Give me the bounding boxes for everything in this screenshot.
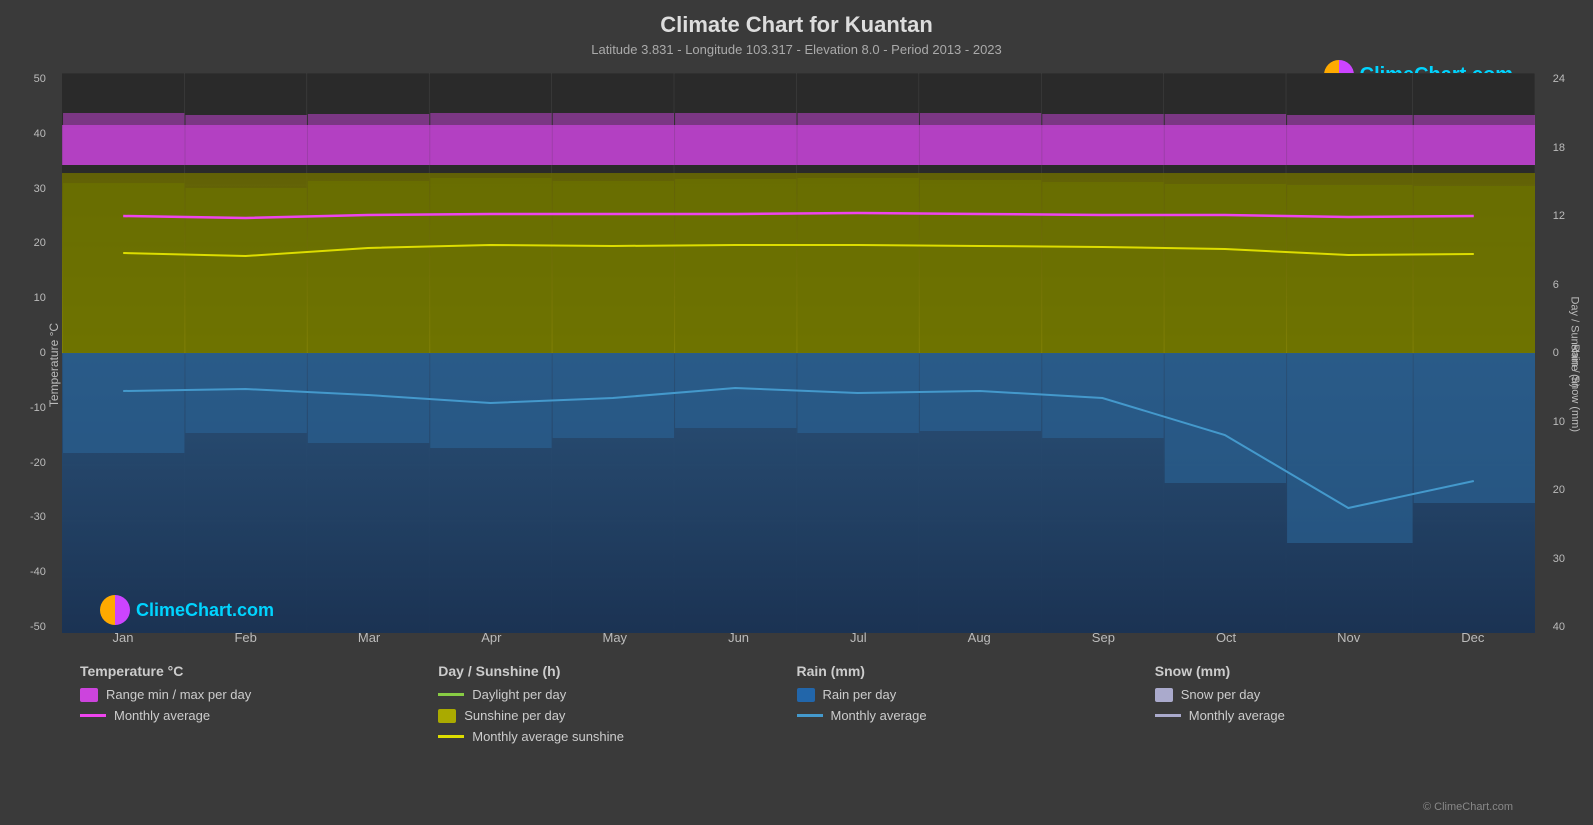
legend-sunshine-day: Sunshine per day: [438, 708, 796, 723]
month-jan: Jan: [113, 630, 134, 645]
sunshine-avg-swatch: [438, 735, 464, 738]
rain-day-swatch: [797, 688, 815, 702]
chart-subtitle: Latitude 3.831 - Longitude 103.317 - Ele…: [0, 42, 1593, 57]
temp-range-label: Range min / max per day: [106, 687, 251, 702]
y-axis-left-ticks: 50 40 30 20 10 0 -10 -20 -30 -40 -50: [30, 73, 46, 633]
daylight-label: Daylight per day: [472, 687, 566, 702]
temp-avg-label: Monthly average: [114, 708, 210, 723]
y-axis-left-label: Temperature °C: [47, 323, 61, 407]
month-feb: Feb: [234, 630, 256, 645]
month-nov: Nov: [1337, 630, 1360, 645]
sunshine-day-label: Sunshine per day: [464, 708, 565, 723]
legend-rain-title: Rain (mm): [797, 663, 1155, 679]
copyright-text: © ClimeChart.com: [1423, 801, 1513, 813]
y-axis-right-ticks: 24 18 12 6 0 10 20 30 40: [1553, 73, 1565, 633]
snow-avg-label: Monthly average: [1189, 708, 1285, 723]
legend-sunshine-title: Day / Sunshine (h): [438, 663, 796, 679]
temp-avg-swatch: [80, 714, 106, 717]
month-dec: Dec: [1461, 630, 1484, 645]
legend-rain-avg: Monthly average: [797, 708, 1155, 723]
legend-sunshine-avg: Monthly average sunshine: [438, 729, 796, 744]
sunshine-avg-label: Monthly average sunshine: [472, 729, 624, 744]
legend-snow-avg: Monthly average: [1155, 708, 1513, 723]
rain-avg-swatch: [797, 714, 823, 717]
title-section: Climate Chart for Kuantan Latitude 3.831…: [0, 0, 1593, 57]
snow-day-label: Snow per day: [1181, 687, 1261, 702]
legend-snow-day: Snow per day: [1155, 687, 1513, 702]
legend-daylight: Daylight per day: [438, 687, 796, 702]
legend-temp-range: Range min / max per day: [80, 687, 438, 702]
legend-temp-avg: Monthly average: [80, 708, 438, 723]
y-axis-right-label-2: Rain / Snow (mm): [1569, 344, 1581, 432]
x-axis: Jan Feb Mar Apr May Jun Jul Aug Sep Oct …: [62, 630, 1535, 645]
snow-day-swatch: [1155, 688, 1173, 702]
month-may: May: [603, 630, 628, 645]
chart-svg: [62, 73, 1535, 633]
temp-range-swatch: [80, 688, 98, 702]
month-jul: Jul: [850, 630, 867, 645]
month-mar: Mar: [358, 630, 380, 645]
month-oct: Oct: [1216, 630, 1236, 645]
logo-icon-bottom: [100, 595, 130, 625]
legend-temperature: Temperature °C Range min / max per day M…: [80, 663, 438, 750]
chart-title: Climate Chart for Kuantan: [0, 12, 1593, 38]
y-axis-right-label-container: Day / Sunshine (h) Rain / Snow (mm): [1565, 85, 1585, 645]
sunshine-day-swatch: [438, 709, 456, 723]
legend-sunshine: Day / Sunshine (h) Daylight per day Suns…: [438, 663, 796, 750]
legend-section: Temperature °C Range min / max per day M…: [0, 645, 1593, 750]
daylight-swatch: [438, 693, 464, 696]
legend-snow-title: Snow (mm): [1155, 663, 1513, 679]
legend-snow: Snow (mm) Snow per day Monthly average: [1155, 663, 1513, 750]
chart-wrapper: Temperature °C Day / Sunshine (h) Rain /…: [0, 65, 1593, 645]
snow-avg-swatch: [1155, 714, 1181, 717]
month-sep: Sep: [1092, 630, 1115, 645]
rain-avg-label: Monthly average: [831, 708, 927, 723]
main-container: Climate Chart for Kuantan Latitude 3.831…: [0, 0, 1593, 825]
month-jun: Jun: [728, 630, 749, 645]
logo-bottom-left: ClimeChart.com: [100, 595, 274, 625]
month-aug: Aug: [968, 630, 991, 645]
month-apr: Apr: [481, 630, 501, 645]
logo-text-bottom: ClimeChart.com: [136, 600, 274, 621]
legend-temperature-title: Temperature °C: [80, 663, 438, 679]
rain-day-label: Rain per day: [823, 687, 897, 702]
legend-rain: Rain (mm) Rain per day Monthly average: [797, 663, 1155, 750]
legend-rain-day: Rain per day: [797, 687, 1155, 702]
